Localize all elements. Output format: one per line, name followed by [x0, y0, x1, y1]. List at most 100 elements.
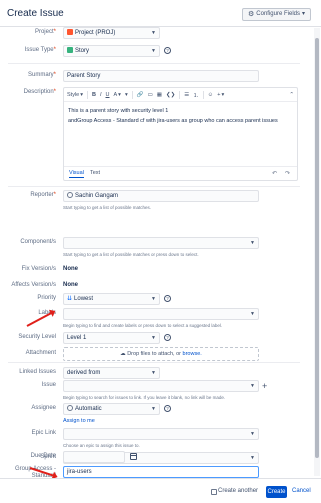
project-select[interactable]: Project (PROJ) ▼	[63, 27, 160, 39]
issue-hint: Begin typing to search for issues to lin…	[63, 395, 226, 400]
help-icon[interactable]: ?	[164, 47, 171, 54]
undo-icon[interactable]: ↶	[272, 170, 277, 177]
code-icon[interactable]: ❮❯	[166, 92, 175, 98]
style-dropdown[interactable]: Style ▾	[67, 92, 83, 98]
chevron-down-icon: ▼	[151, 296, 156, 302]
dialog-title: Create Issue	[7, 8, 64, 19]
labels-hint: Begin typing to find and create labels o…	[63, 323, 223, 328]
divider	[87, 90, 88, 99]
summary-input[interactable]: Parent Story	[63, 70, 259, 82]
chevron-down-icon: ▼	[250, 240, 255, 246]
gear-icon: ⚙	[248, 11, 255, 18]
chevron-down-icon: ▾	[301, 11, 305, 17]
fix-version-value: None	[63, 266, 78, 272]
components-select[interactable]: ▼	[63, 237, 259, 249]
create-button[interactable]: Create	[266, 486, 287, 498]
description-editor[interactable]: Style▾ B I U A▾ ▾ 🔗 ▭ ▦ ❮❯ ☰ ⒈ ☺ +▾ ⌃	[63, 87, 298, 181]
underline-button[interactable]: U	[106, 92, 110, 98]
components-hint: Start typing to get a list of possible m…	[63, 252, 199, 257]
project-value: Project (PROJ)	[75, 30, 116, 36]
chevron-down-icon: ▼	[151, 335, 156, 341]
drop-text: Drop files to attach, or	[127, 351, 182, 357]
due-date-label: Due Date	[30, 453, 56, 459]
epic-link-label: Epic Link	[31, 430, 56, 436]
editor-mode-tabs: Visual Text ↶ ↷	[64, 166, 297, 180]
description-line: This is a parent story with security lev…	[68, 108, 169, 114]
editor-toolbar: Style ▾ B I U A ▾ ▾ 🔗 ▭ ▦ ❮❯ ☰ ⒈ ☺ + ▾ ⌃	[64, 88, 297, 102]
tab-text[interactable]: Text	[90, 170, 100, 176]
divider	[8, 186, 300, 187]
format-more-button[interactable]: ▾	[125, 92, 128, 98]
browse-link[interactable]: browse.	[183, 351, 202, 357]
scroll-thumb[interactable]	[315, 38, 319, 458]
assignee-select[interactable]: Automatic ▼	[63, 403, 160, 415]
linked-issues-label: Linked Issues	[19, 369, 56, 375]
fix-version-label: Fix Version/s	[21, 266, 56, 272]
components-label: Component/s	[20, 239, 56, 245]
form-scrollbar[interactable]	[314, 28, 320, 476]
priority-value: Lowest	[74, 296, 94, 302]
upload-cloud-icon: ☁	[120, 351, 126, 357]
assign-to-me-link[interactable]: Assign to me	[63, 418, 95, 424]
assignee-value: Automatic	[75, 406, 102, 412]
reporter-input[interactable]: Sachin Gangam	[63, 190, 259, 202]
add-link-icon[interactable]: +	[262, 382, 267, 391]
divider	[179, 90, 181, 99]
summary-label: Summary*	[27, 72, 56, 78]
calendar-icon[interactable]	[130, 453, 137, 460]
create-another-label[interactable]: Create another	[218, 488, 258, 494]
assignee-label: Assignee	[31, 405, 56, 411]
description-label: Description*	[23, 89, 56, 95]
bullet-list-icon[interactable]: ☰	[184, 92, 189, 98]
issue-type-select[interactable]: Story ▼	[63, 45, 160, 57]
bold-button[interactable]: B	[92, 92, 96, 98]
redo-icon[interactable]: ↷	[285, 170, 290, 177]
text-color-button[interactable]: A ▾	[114, 92, 121, 98]
divider	[8, 63, 300, 64]
attachment-icon[interactable]: ▭	[148, 92, 153, 98]
help-icon[interactable]: ?	[164, 405, 171, 412]
tab-visual[interactable]: Visual	[69, 170, 84, 178]
divider	[8, 362, 300, 363]
due-date-input[interactable]	[63, 451, 125, 463]
create-issue-form: Project* Project (PROJ) ▼ Issue Type* St…	[0, 27, 312, 478]
security-level-label: Security Level	[18, 334, 56, 340]
help-icon[interactable]: ?	[164, 295, 171, 302]
numbered-list-icon[interactable]: ⒈	[193, 91, 199, 99]
affects-version-label: Affects Version/s	[11, 282, 56, 288]
reporter-hint: Start typing to get a list of possible m…	[63, 205, 152, 210]
divider	[202, 90, 204, 99]
issue-select[interactable]: ▼	[63, 380, 259, 392]
priority-label: Priority	[37, 295, 56, 301]
emoji-icon[interactable]: ☺	[208, 92, 214, 98]
help-icon[interactable]: ?	[164, 334, 171, 341]
security-level-select[interactable]: Level 1 ▼	[63, 332, 160, 344]
priority-select[interactable]: ⇊ Lowest ▼	[63, 293, 160, 305]
configure-fields-label: Configure Fields	[256, 11, 300, 17]
collapse-toolbar-icon[interactable]: ⌃	[289, 92, 294, 98]
epic-link-select[interactable]: ▼	[63, 428, 259, 440]
reporter-label: Reporter*	[30, 192, 56, 198]
arrow-down-icon: ⇊	[67, 296, 73, 302]
configure-fields-button[interactable]: ⚙ Configure Fields ▾	[242, 8, 311, 21]
chevron-down-icon: ▼	[151, 370, 156, 376]
dialog-header: Create Issue ⚙ Configure Fields ▾	[0, 0, 321, 27]
link-icon[interactable]: 🔗	[137, 92, 144, 98]
attachment-dropzone[interactable]: ☁ Drop files to attach, or browse.	[63, 347, 259, 361]
link-type-value: derived from	[67, 370, 101, 376]
labels-select[interactable]: ▼	[63, 308, 259, 320]
italic-button[interactable]: I	[100, 92, 102, 98]
attachment-label: Attachment	[25, 350, 56, 356]
cancel-button[interactable]: Cancel	[292, 488, 311, 494]
chevron-down-icon: ▼	[151, 406, 156, 412]
table-icon[interactable]: ▦	[157, 92, 162, 98]
group-access-input[interactable]: jira-users	[63, 466, 259, 478]
chevron-down-icon: ▼	[151, 30, 156, 36]
chevron-down-icon: ▼	[151, 48, 156, 54]
story-icon	[67, 47, 73, 53]
avatar	[67, 405, 73, 411]
link-type-select[interactable]: derived from ▼	[63, 367, 160, 379]
editor-content[interactable]: This is a parent story with security lev…	[64, 102, 297, 166]
insert-more-button[interactable]: + ▾	[217, 92, 224, 98]
create-another-checkbox[interactable]	[211, 489, 217, 495]
